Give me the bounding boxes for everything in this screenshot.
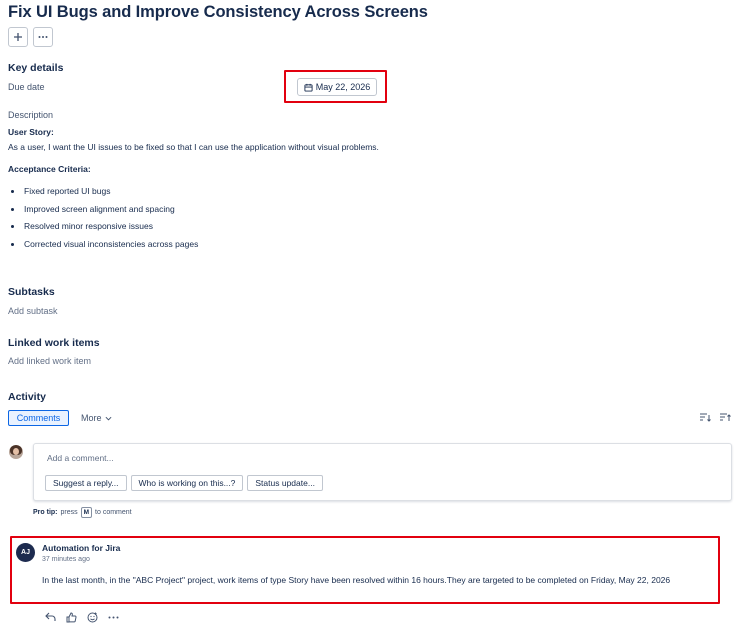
due-date-value: May 22, 2026 <box>315 82 371 92</box>
status-update-chip[interactable]: Status update... <box>247 475 323 491</box>
chevron-down-icon <box>105 416 111 420</box>
reply-icon[interactable] <box>44 611 56 623</box>
pro-tip: Pro tip: press M to comment <box>33 507 132 518</box>
list-item: Resolved minor responsive issues <box>10 221 198 239</box>
protip-press: press <box>60 509 78 516</box>
protip-key: M <box>80 507 93 518</box>
more-icon <box>38 36 48 38</box>
protip-label: Pro tip: <box>33 509 58 516</box>
list-item: Fixed reported UI bugs <box>10 186 198 204</box>
sort-oldest-icon[interactable] <box>719 411 731 423</box>
add-linked-work-item-button[interactable]: Add linked work item <box>8 356 91 366</box>
linked-work-items-heading: Linked work items <box>8 337 100 349</box>
comment-editor[interactable]: Add a comment... Suggest a reply... Who … <box>33 443 732 501</box>
list-item: Corrected visual inconsistencies across … <box>10 239 198 257</box>
avatar: AJ <box>16 543 35 562</box>
due-date-label: Due date <box>8 82 45 92</box>
more-actions-button[interactable] <box>33 27 53 47</box>
issue-title[interactable]: Fix UI Bugs and Improve Consistency Acro… <box>8 3 428 22</box>
comment-body: In the last month, in the "ABC Project" … <box>42 575 671 585</box>
due-date-button[interactable]: May 22, 2026 <box>297 78 377 96</box>
tab-more[interactable]: More <box>81 410 112 426</box>
comment-actions <box>44 611 119 623</box>
avatar <box>9 445 23 459</box>
description-label: Description <box>8 110 54 120</box>
tab-comments[interactable]: Comments <box>8 410 69 426</box>
calendar-icon <box>304 83 313 92</box>
add-subtask-button[interactable]: Add subtask <box>8 306 58 316</box>
comment-timestamp: 37 minutes ago <box>42 556 90 563</box>
more-icon[interactable] <box>107 611 119 623</box>
protip-rest: to comment <box>95 509 132 516</box>
quick-reply-chips: Suggest a reply... Who is working on thi… <box>45 475 323 491</box>
comment-author[interactable]: Automation for Jira <box>42 543 120 553</box>
subtasks-heading: Subtasks <box>8 286 55 298</box>
sort-newest-icon[interactable] <box>699 411 711 423</box>
tab-more-label: More <box>81 413 102 423</box>
key-details-heading: Key details <box>8 62 64 74</box>
emoji-icon[interactable] <box>86 611 98 623</box>
add-button[interactable] <box>8 27 28 47</box>
who-is-working-chip[interactable]: Who is working on this...? <box>130 475 244 491</box>
suggest-reply-chip[interactable]: Suggest a reply... <box>45 475 127 491</box>
comment-input[interactable]: Add a comment... <box>47 453 114 463</box>
activity-heading: Activity <box>8 391 46 403</box>
user-story-text: As a user, I want the UI issues to be fi… <box>8 142 379 152</box>
acceptance-criteria-list: Fixed reported UI bugs Improved screen a… <box>10 186 198 257</box>
like-icon[interactable] <box>65 611 77 623</box>
list-item: Improved screen alignment and spacing <box>10 204 198 222</box>
plus-icon <box>14 33 22 41</box>
user-story-heading: User Story: <box>8 127 54 137</box>
acceptance-criteria-heading: Acceptance Criteria: <box>8 164 91 174</box>
